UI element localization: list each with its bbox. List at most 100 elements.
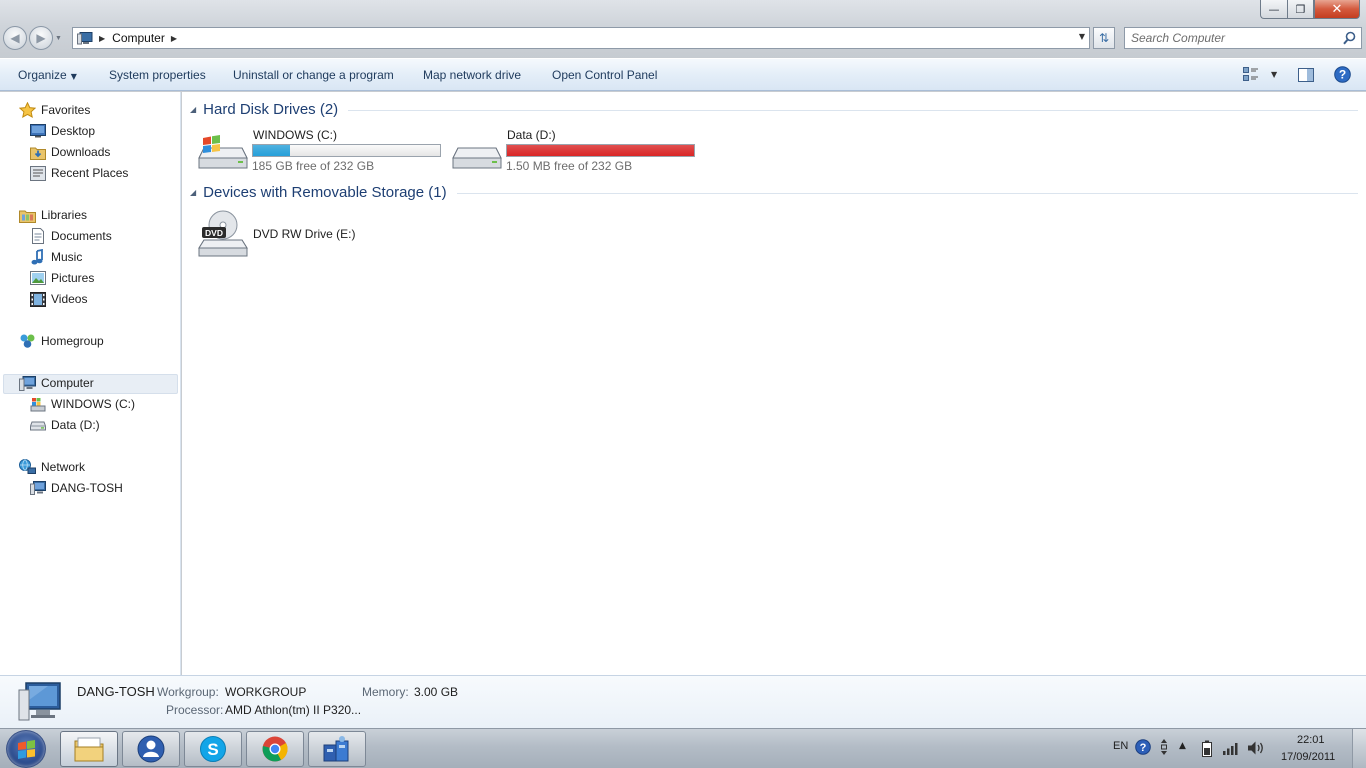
search-box[interactable]	[1124, 27, 1362, 49]
taskbar-network-app-button[interactable]	[308, 731, 366, 767]
back-arrow-icon: ◀	[10, 31, 20, 45]
system-drive-icon	[198, 135, 248, 169]
computer-icon	[77, 31, 93, 44]
system-drive-icon	[30, 397, 46, 411]
group-header-removable-storage[interactable]: ◢ Devices with Removable Storage (1)	[190, 184, 1358, 201]
nav-label: Data (D:)	[51, 418, 100, 432]
nav-item-pictures[interactable]: Pictures	[30, 268, 94, 288]
breadcrumb-arrow-icon[interactable]: ▶	[171, 34, 177, 43]
system-properties-button[interactable]: System properties	[109, 68, 206, 82]
drive-name: Data (D:)	[507, 128, 556, 142]
nav-label: Pictures	[51, 271, 95, 285]
forward-button[interactable]: ▶	[29, 26, 53, 50]
breadcrumb-computer[interactable]: Computer	[112, 31, 165, 45]
computer-large-icon	[18, 682, 61, 721]
nav-item-recent-places[interactable]: Recent Places	[30, 163, 128, 183]
nav-label: Documents	[51, 229, 112, 243]
command-bar: Organize ▼ System properties Uninstall or…	[0, 58, 1366, 91]
nav-item-dang-tosh[interactable]: DANG-TOSH	[30, 478, 123, 498]
nav-item-windows-c[interactable]: WINDOWS (C:)	[30, 394, 135, 414]
computer-icon	[19, 375, 36, 391]
start-button[interactable]	[6, 730, 46, 768]
address-bar[interactable]: ▶ Computer ▶ ▼	[72, 27, 1090, 49]
view-tiles-icon	[1243, 67, 1258, 81]
volume-speaker-icon[interactable]	[1247, 740, 1265, 756]
window-title-bar: — ❐ ✕ ◀ ▶ ▼ ▶ Computer ▶ ▼ ⇅	[0, 0, 1366, 58]
drive-data-d[interactable]: Data (D:) 1.50 MB free of 232 GB	[452, 128, 697, 173]
folder-library-icon	[74, 737, 104, 762]
minimize-button[interactable]: —	[1260, 0, 1287, 19]
open-control-panel-button[interactable]: Open Control Panel	[552, 68, 657, 82]
language-indicator[interactable]: EN	[1113, 740, 1128, 752]
taskbar-user-app-button[interactable]	[122, 731, 180, 767]
libraries-icon	[19, 210, 36, 223]
nav-item-downloads[interactable]: Downloads	[30, 142, 110, 162]
music-note-icon	[31, 249, 43, 265]
taskbar-chrome-button[interactable]	[246, 731, 304, 767]
navigation-pane: Favorites Desktop Downloads Recent Place…	[0, 92, 181, 675]
address-history-dropdown[interactable]: ▼	[1079, 32, 1085, 41]
collapse-triangle-icon[interactable]: ◢	[190, 105, 196, 114]
close-button[interactable]: ✕	[1314, 0, 1360, 19]
group-divider	[348, 110, 1358, 111]
search-input[interactable]	[1125, 31, 1335, 45]
nav-item-videos[interactable]: Videos	[30, 289, 87, 309]
language-switch-arrows-icon[interactable]	[1159, 737, 1169, 757]
nav-network[interactable]: Network	[19, 457, 85, 477]
downloads-folder-icon	[30, 147, 46, 160]
details-memory-label: Memory:	[362, 685, 409, 699]
collapse-triangle-icon[interactable]: ◢	[190, 188, 196, 197]
drive-dvd-rw-e[interactable]: DVD DVD RW Drive (E:)	[198, 210, 378, 260]
group-header-hard-disk-drives[interactable]: ◢ Hard Disk Drives (2)	[190, 101, 1358, 118]
pictures-icon	[30, 271, 46, 285]
forward-arrow-icon: ▶	[36, 31, 46, 45]
details-workgroup-label: Workgroup:	[157, 685, 219, 699]
window-controls: — ❐ ✕	[1260, 0, 1360, 20]
skype-icon: S	[200, 736, 226, 762]
recent-places-icon	[30, 165, 46, 181]
drive-windows-c[interactable]: WINDOWS (C:) 185 GB free of 232 GB	[198, 128, 443, 173]
search-icon[interactable]	[1343, 31, 1356, 45]
homegroup-icon	[20, 334, 35, 348]
chrome-icon	[262, 736, 288, 762]
nav-label: WINDOWS (C:)	[51, 397, 135, 411]
details-processor-value: AMD Athlon(tm) II P320...	[225, 703, 362, 717]
show-desktop-button[interactable]	[1352, 729, 1366, 768]
help-icon[interactable]: ?	[1334, 66, 1351, 83]
star-icon	[19, 102, 36, 118]
nav-item-music[interactable]: Music	[30, 247, 82, 267]
clock-time[interactable]: 22:01	[1297, 734, 1325, 746]
change-view-button[interactable]: ▼	[1243, 67, 1277, 81]
battery-icon[interactable]	[1202, 740, 1212, 757]
uninstall-program-button[interactable]: Uninstall or change a program	[233, 68, 394, 82]
clock-date[interactable]: 17/09/2011	[1281, 751, 1335, 763]
details-memory-value: 3.00 GB	[414, 685, 459, 699]
nav-favorites[interactable]: Favorites	[19, 100, 90, 120]
nav-label: Homegroup	[41, 334, 104, 348]
refresh-button[interactable]: ⇅	[1093, 27, 1115, 49]
group-title: Hard Disk Drives (2)	[203, 101, 339, 118]
details-computer-name: DANG-TOSH	[77, 684, 155, 699]
navigation-buttons: ◀ ▶ ▼	[3, 26, 62, 50]
taskbar-skype-button[interactable]: S	[184, 731, 242, 767]
chevron-down-icon: ▼	[70, 72, 77, 81]
nav-homegroup[interactable]: Homegroup	[19, 331, 104, 351]
chevron-down-icon: ▼	[1271, 69, 1278, 79]
wireless-signal-icon[interactable]	[1222, 741, 1240, 755]
taskbar-explorer-button[interactable]	[60, 731, 118, 767]
maximize-button[interactable]: ❐	[1287, 0, 1314, 19]
recent-pages-dropdown[interactable]: ▼	[55, 35, 62, 42]
nav-libraries[interactable]: Libraries	[19, 205, 87, 225]
show-hidden-icons-icon[interactable]: ▲	[1179, 741, 1186, 751]
map-network-drive-button[interactable]: Map network drive	[423, 68, 521, 82]
nav-item-desktop[interactable]: Desktop	[30, 121, 95, 141]
nav-computer[interactable]: Computer	[19, 373, 94, 393]
breadcrumb-arrow-icon[interactable]: ▶	[99, 34, 105, 43]
nav-item-data-d[interactable]: Data (D:)	[30, 415, 100, 435]
organize-button[interactable]: Organize ▼	[18, 68, 77, 82]
back-button[interactable]: ◀	[3, 26, 27, 50]
help-tray-icon[interactable]: ?	[1135, 739, 1151, 755]
nav-label: Desktop	[51, 124, 96, 138]
preview-pane-icon[interactable]	[1298, 68, 1314, 82]
nav-item-documents[interactable]: Documents	[30, 226, 112, 246]
